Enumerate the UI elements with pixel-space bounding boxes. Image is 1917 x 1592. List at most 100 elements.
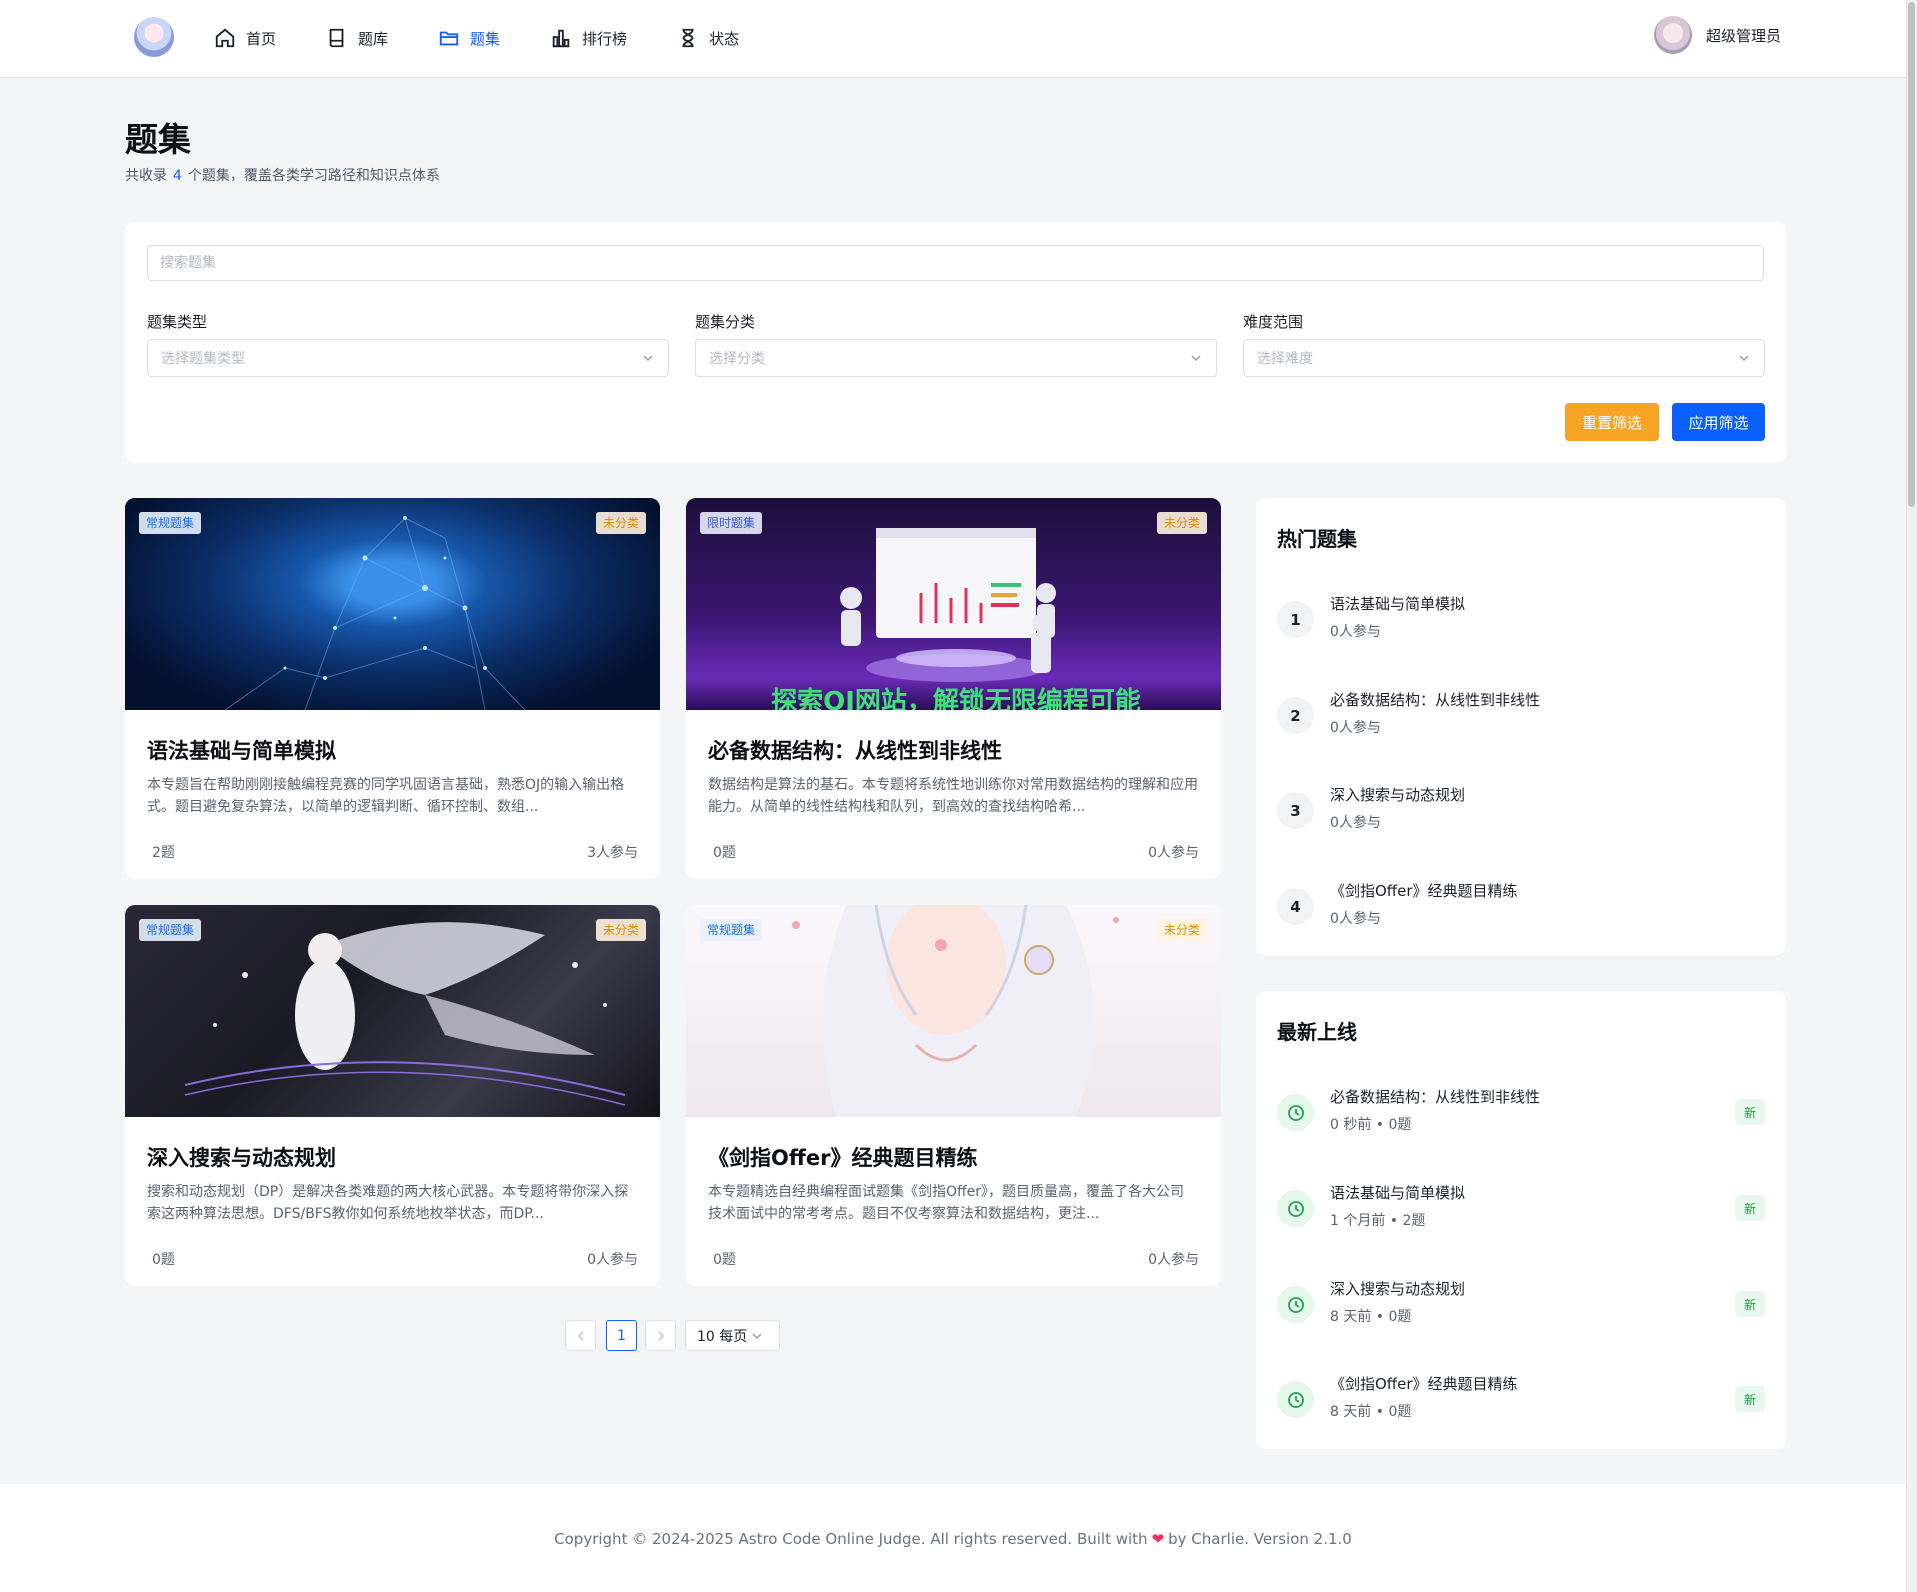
network-hands-illustration	[224, 516, 526, 711]
problem-set-title[interactable]: 《剑指Offer》经典题目精练	[708, 1142, 977, 1172]
hot-item-name: 语法基础与简单模拟	[1330, 595, 1466, 613]
problem-set-type-tag: 常规题集	[139, 512, 202, 534]
rank-number: 4	[1277, 888, 1314, 925]
card-cover-image	[686, 905, 1221, 1117]
card-cover-image: 探索OJ网站，解锁无限编程可能	[686, 498, 1221, 717]
hot-item-name: 《剑指Offer》经典题目精练	[1330, 882, 1518, 900]
latest-panel-title: 最新上线	[1277, 1020, 1357, 1044]
chevron-right-icon	[657, 1330, 664, 1341]
hot-list-item[interactable]: 2 必备数据结构：从线性到非线性 0人参与	[1277, 687, 1765, 747]
bar-chart-icon	[552, 29, 570, 48]
difficulty-filter-label: 难度范围	[1243, 313, 1304, 331]
hot-item-participants: 0人参与	[1330, 911, 1381, 927]
hot-item-name: 必备数据结构：从线性到非线性	[1330, 691, 1541, 709]
problem-set-description: 本专题旨在帮助刚刚接触编程竞赛的同学巩固语言基础，熟悉OJ的输入输出格式。题目避…	[147, 777, 625, 815]
hot-item-participants: 0人参与	[1330, 720, 1381, 736]
scrollbar-thumb[interactable]	[1908, 2, 1915, 507]
pagination-next-button[interactable]	[645, 1320, 676, 1351]
hourglass-icon	[682, 28, 694, 48]
heart-icon: ❤	[1151, 1530, 1165, 1548]
page-size-select[interactable]: 10 每页	[685, 1320, 780, 1351]
problem-set-description: 本专题精选自经典编程面试题集《剑指Offer》，题目质量高，覆盖了各大公司技术面…	[708, 1184, 1185, 1222]
main-nav: 首页 题库 题集 排行榜 状态	[214, 0, 789, 76]
latest-list-item[interactable]: 语法基础与简单模拟 1 个月前 • 2题 新	[1277, 1180, 1765, 1240]
svg-text:探索OJ网站，解锁无限编程可能: 探索OJ网站，解锁无限编程可能	[771, 686, 1141, 710]
problem-set-type-tag: 常规题集	[700, 919, 763, 941]
new-badge: 新	[1735, 1291, 1765, 1317]
problem-set-title[interactable]: 必备数据结构：从线性到非线性	[708, 735, 1002, 765]
latest-item-meta: 8 天前 • 0题	[1330, 1404, 1412, 1420]
hot-item-participants: 0人参与	[1330, 624, 1381, 640]
nav-problem-sets-label: 题集	[470, 29, 501, 48]
anime-winged-girl-illustration	[184, 922, 626, 1106]
rank-number: 1	[1277, 601, 1314, 638]
difficulty-select[interactable]: 选择难度	[1243, 339, 1765, 377]
apply-filter-button[interactable]: 应用筛选	[1672, 403, 1765, 441]
rank-number: 2	[1277, 697, 1314, 734]
nav-problems[interactable]: 题库	[326, 0, 388, 76]
hot-list-item[interactable]: 1 语法基础与简单模拟 0人参与	[1277, 591, 1765, 651]
participant-count: 3人参与	[587, 845, 638, 861]
nav-problem-sets[interactable]: 题集	[438, 0, 500, 76]
site-logo[interactable]	[134, 17, 174, 57]
anime-white-hair-girl-illustration	[792, 905, 1119, 1117]
avatar[interactable]	[1653, 16, 1692, 54]
nav-status-label: 状态	[709, 29, 740, 48]
pagination-page[interactable]: 1	[606, 1320, 637, 1351]
top-navbar: 首页 题库 题集 排行榜 状态 超级管理员	[0, 0, 1917, 78]
book-icon	[329, 28, 344, 48]
chevron-down-icon	[643, 355, 653, 362]
latest-item-name: 语法基础与简单模拟	[1330, 1184, 1466, 1202]
hot-list-item[interactable]: 3 深入搜索与动态规划 0人参与	[1277, 782, 1765, 842]
category-select[interactable]: 选择分类	[695, 339, 1217, 377]
latest-item-name: 《剑指Offer》经典题目精练	[1330, 1375, 1518, 1393]
clock-icon	[1277, 1094, 1314, 1131]
problem-set-type-tag: 限时题集	[700, 512, 763, 534]
latest-list-item[interactable]: 深入搜索与动态规划 8 天前 • 0题 新	[1277, 1276, 1765, 1336]
latest-list-item[interactable]: 必备数据结构：从线性到非线性 0 秒前 • 0题 新	[1277, 1084, 1765, 1144]
latest-item-meta: 8 天前 • 0题	[1330, 1309, 1412, 1325]
search-input[interactable]	[147, 245, 1764, 281]
chevron-down-icon	[1191, 355, 1201, 362]
problem-set-card[interactable]: 探索OJ网站，解锁无限编程可能 限时题集 未分类 必备数据结构：从线性到非线性 …	[686, 498, 1221, 879]
card-cover-image	[125, 498, 660, 711]
problem-count: 0题	[713, 845, 736, 861]
problem-set-category-tag: 未分类	[1156, 919, 1207, 941]
nav-status[interactable]: 状态	[677, 0, 739, 76]
copyright-suffix: by Charlie. Version 2.1.0	[1168, 1530, 1352, 1548]
latest-problem-sets-panel: 最新上线 必备数据结构：从线性到非线性 0 秒前 • 0题 新 语法基础与简单模…	[1256, 991, 1786, 1449]
problem-count: 0题	[713, 1252, 736, 1268]
type-filter-label: 题集类型	[147, 313, 208, 331]
nav-home[interactable]: 首页	[214, 0, 276, 76]
new-badge: 新	[1735, 1386, 1765, 1412]
problem-set-category-tag: 未分类	[595, 512, 646, 534]
participant-count: 0人参与	[1148, 845, 1199, 861]
reset-filter-button[interactable]: 重置筛选	[1565, 403, 1659, 441]
user-menu[interactable]: 超级管理员	[1653, 16, 1781, 54]
hot-list-item[interactable]: 4 《剑指Offer》经典题目精练 0人参与	[1277, 878, 1765, 938]
pagination-prev-button[interactable]	[565, 1320, 596, 1351]
nav-ranking[interactable]: 排行榜	[550, 0, 627, 76]
folder-icon	[439, 31, 459, 46]
problem-set-card[interactable]: 常规题集 未分类 《剑指Offer》经典题目精练 本专题精选自经典编程面试题集《…	[686, 905, 1221, 1286]
type-select-placeholder: 选择题集类型	[161, 351, 245, 367]
problem-set-card[interactable]: 常规题集 未分类 语法基础与简单模拟 本专题旨在帮助刚刚接触编程竞赛的同学巩固语…	[125, 498, 660, 879]
latest-item-meta: 1 个月前 • 2题	[1330, 1213, 1426, 1229]
filter-panel: 题集类型 选择题集类型 题集分类 选择分类 难度范围 选择难度 重置筛选 应用筛…	[125, 222, 1786, 463]
category-select-placeholder: 选择分类	[709, 351, 765, 367]
page-scrollbar[interactable]	[1906, 0, 1917, 1592]
nav-ranking-label: 排行榜	[582, 29, 628, 48]
problem-set-title[interactable]: 深入搜索与动态规划	[147, 1142, 336, 1172]
problem-set-category-tag: 未分类	[595, 919, 646, 941]
problem-set-description: 搜索和动态规划（DP）是解决各类难题的两大核心武器。本专题将带你深入探索这两种算…	[147, 1184, 629, 1222]
username: 超级管理员	[1705, 26, 1781, 45]
page-title: 题集	[125, 120, 191, 159]
robots-dashboard-illustration: 探索OJ网站，解锁无限编程可能	[771, 528, 1141, 717]
problem-set-card[interactable]: 常规题集 未分类 深入搜索与动态规划 搜索和动态规划（DP）是解决各类难题的两大…	[125, 905, 660, 1286]
hot-item-name: 深入搜索与动态规划	[1330, 786, 1466, 804]
nav-problems-label: 题库	[358, 29, 389, 48]
latest-list-item[interactable]: 《剑指Offer》经典题目精练 8 天前 • 0题 新	[1277, 1371, 1765, 1431]
problem-set-title[interactable]: 语法基础与简单模拟	[147, 735, 336, 765]
nav-home-label: 首页	[246, 29, 277, 48]
type-select[interactable]: 选择题集类型	[147, 339, 669, 377]
